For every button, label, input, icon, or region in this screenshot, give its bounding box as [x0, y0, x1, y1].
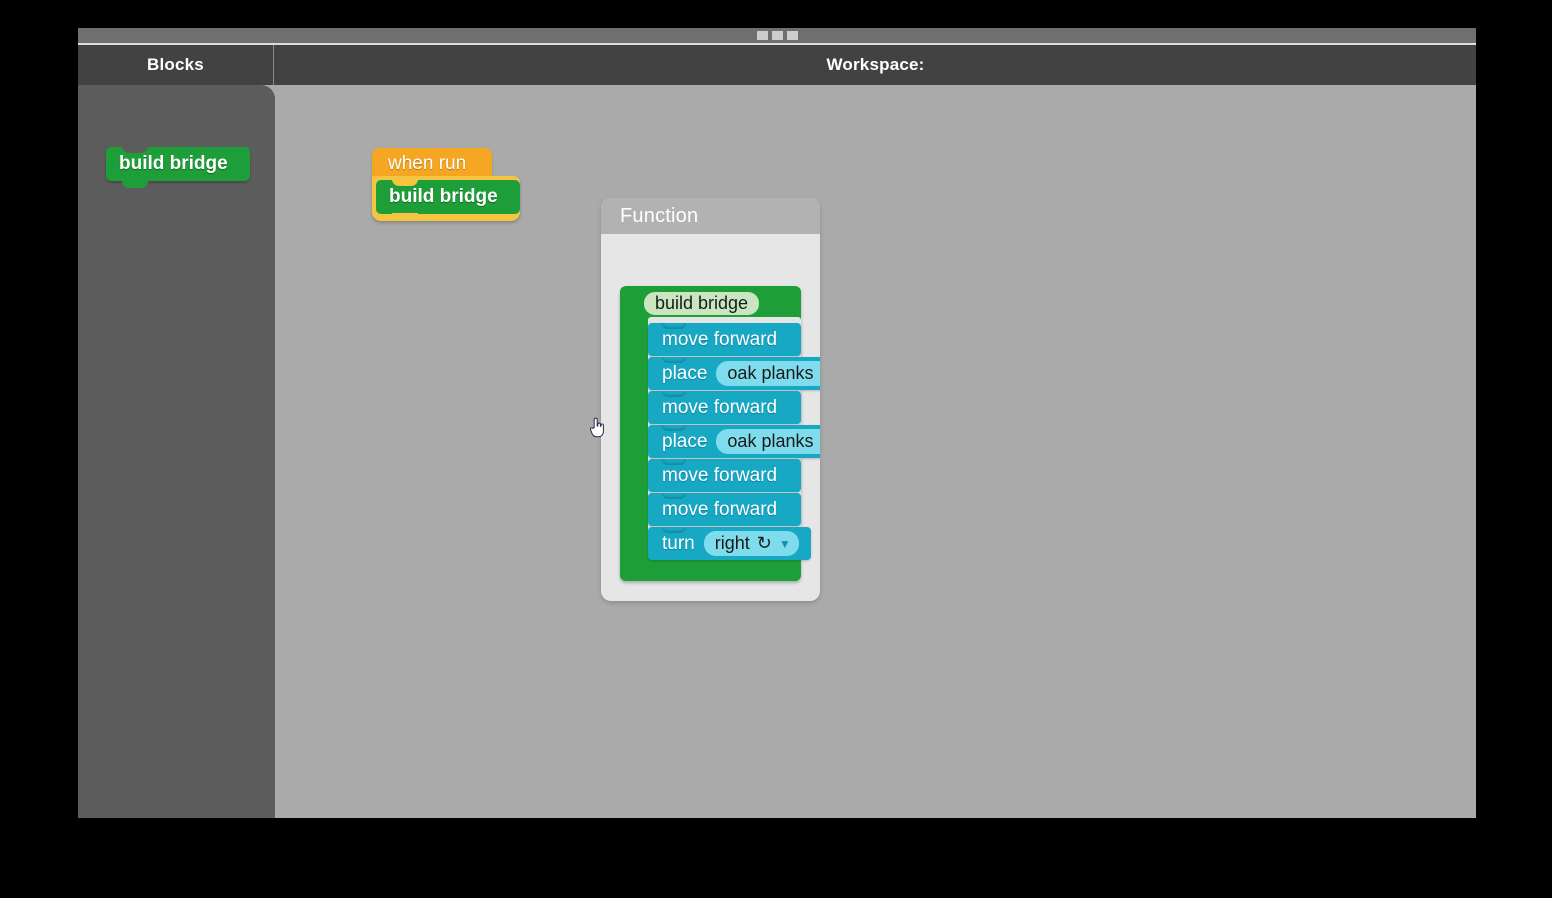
- block-move-forward-label: move forward: [662, 498, 778, 520]
- header-bar: Blocks Workspace:: [78, 43, 1476, 85]
- block-place-label: place: [662, 362, 708, 384]
- workspace-header: Workspace:: [275, 45, 1476, 85]
- workspace-block-build-bridge[interactable]: build bridge: [376, 179, 520, 221]
- palette-header: Blocks: [78, 45, 274, 85]
- function-panel-title: Function: [620, 204, 699, 227]
- function-panel-titlebar[interactable]: Function: [601, 198, 820, 234]
- function-name-value: build bridge: [655, 293, 749, 313]
- block-notch-bottom-icon: [392, 213, 418, 221]
- block-move-forward-label: move forward: [662, 464, 778, 486]
- block-turn-direction-dropdown[interactable]: right ↻ ▼: [703, 531, 799, 556]
- block-move-forward[interactable]: move forward: [648, 459, 801, 492]
- workspace-header-label: Workspace:: [826, 55, 925, 74]
- when-run-label: when run: [388, 153, 467, 174]
- palette-header-label: Blocks: [147, 55, 204, 74]
- screen-root: Blocks Workspace: build bridge when run: [0, 0, 1552, 898]
- block-move-forward[interactable]: move forward: [648, 323, 801, 356]
- workspace-canvas[interactable]: when run build bridge Function build bri…: [275, 85, 1476, 818]
- workspace-block-build-bridge-label: build bridge: [389, 186, 498, 207]
- grip-dot-icon: [756, 31, 768, 40]
- app-window: Blocks Workspace: build bridge when run: [78, 43, 1476, 818]
- palette-block-label: build bridge: [119, 153, 228, 174]
- block-place[interactable]: place oak planks ▼: [648, 425, 820, 458]
- function-definition-panel[interactable]: Function build bridge move forward place…: [601, 198, 820, 601]
- block-turn-label: turn: [662, 532, 695, 554]
- grip-dot-icon: [771, 31, 783, 40]
- block-turn[interactable]: turn right ↻ ▼: [648, 527, 811, 560]
- grip-dot-icon: [786, 31, 798, 40]
- block-place-material-value: oak planks: [727, 363, 814, 383]
- function-definition-block[interactable]: build bridge move forward place oak plan…: [620, 286, 820, 581]
- blocks-palette[interactable]: build bridge: [78, 85, 275, 818]
- block-place-material-dropdown[interactable]: oak planks ▼: [716, 361, 820, 386]
- block-move-forward-label: move forward: [662, 328, 778, 350]
- block-move-forward[interactable]: move forward: [648, 493, 801, 526]
- block-turn-direction-value: right: [714, 533, 750, 553]
- chevron-down-icon: ▼: [778, 536, 791, 551]
- block-place-material-value: oak planks: [727, 431, 814, 451]
- block-move-forward[interactable]: move forward: [648, 391, 801, 424]
- when-run-body: build bridge: [372, 176, 520, 221]
- block-notch-top-icon: [392, 179, 418, 186]
- block-place[interactable]: place oak planks ▼: [648, 357, 820, 390]
- when-run-stack[interactable]: when run build bridge: [372, 148, 520, 221]
- window-drag-handle[interactable]: [78, 28, 1476, 43]
- palette-block-build-bridge[interactable]: build bridge: [106, 146, 250, 188]
- function-wrapper-foot: [620, 557, 801, 581]
- rotate-clockwise-icon: ↻: [756, 533, 772, 553]
- block-place-label: place: [662, 430, 708, 452]
- block-move-forward-label: move forward: [662, 396, 778, 418]
- function-name-field[interactable]: build bridge: [644, 292, 760, 315]
- block-notch-top-icon: [122, 146, 148, 153]
- block-notch-bottom-icon: [122, 181, 148, 188]
- block-place-material-dropdown[interactable]: oak planks ▼: [716, 429, 820, 454]
